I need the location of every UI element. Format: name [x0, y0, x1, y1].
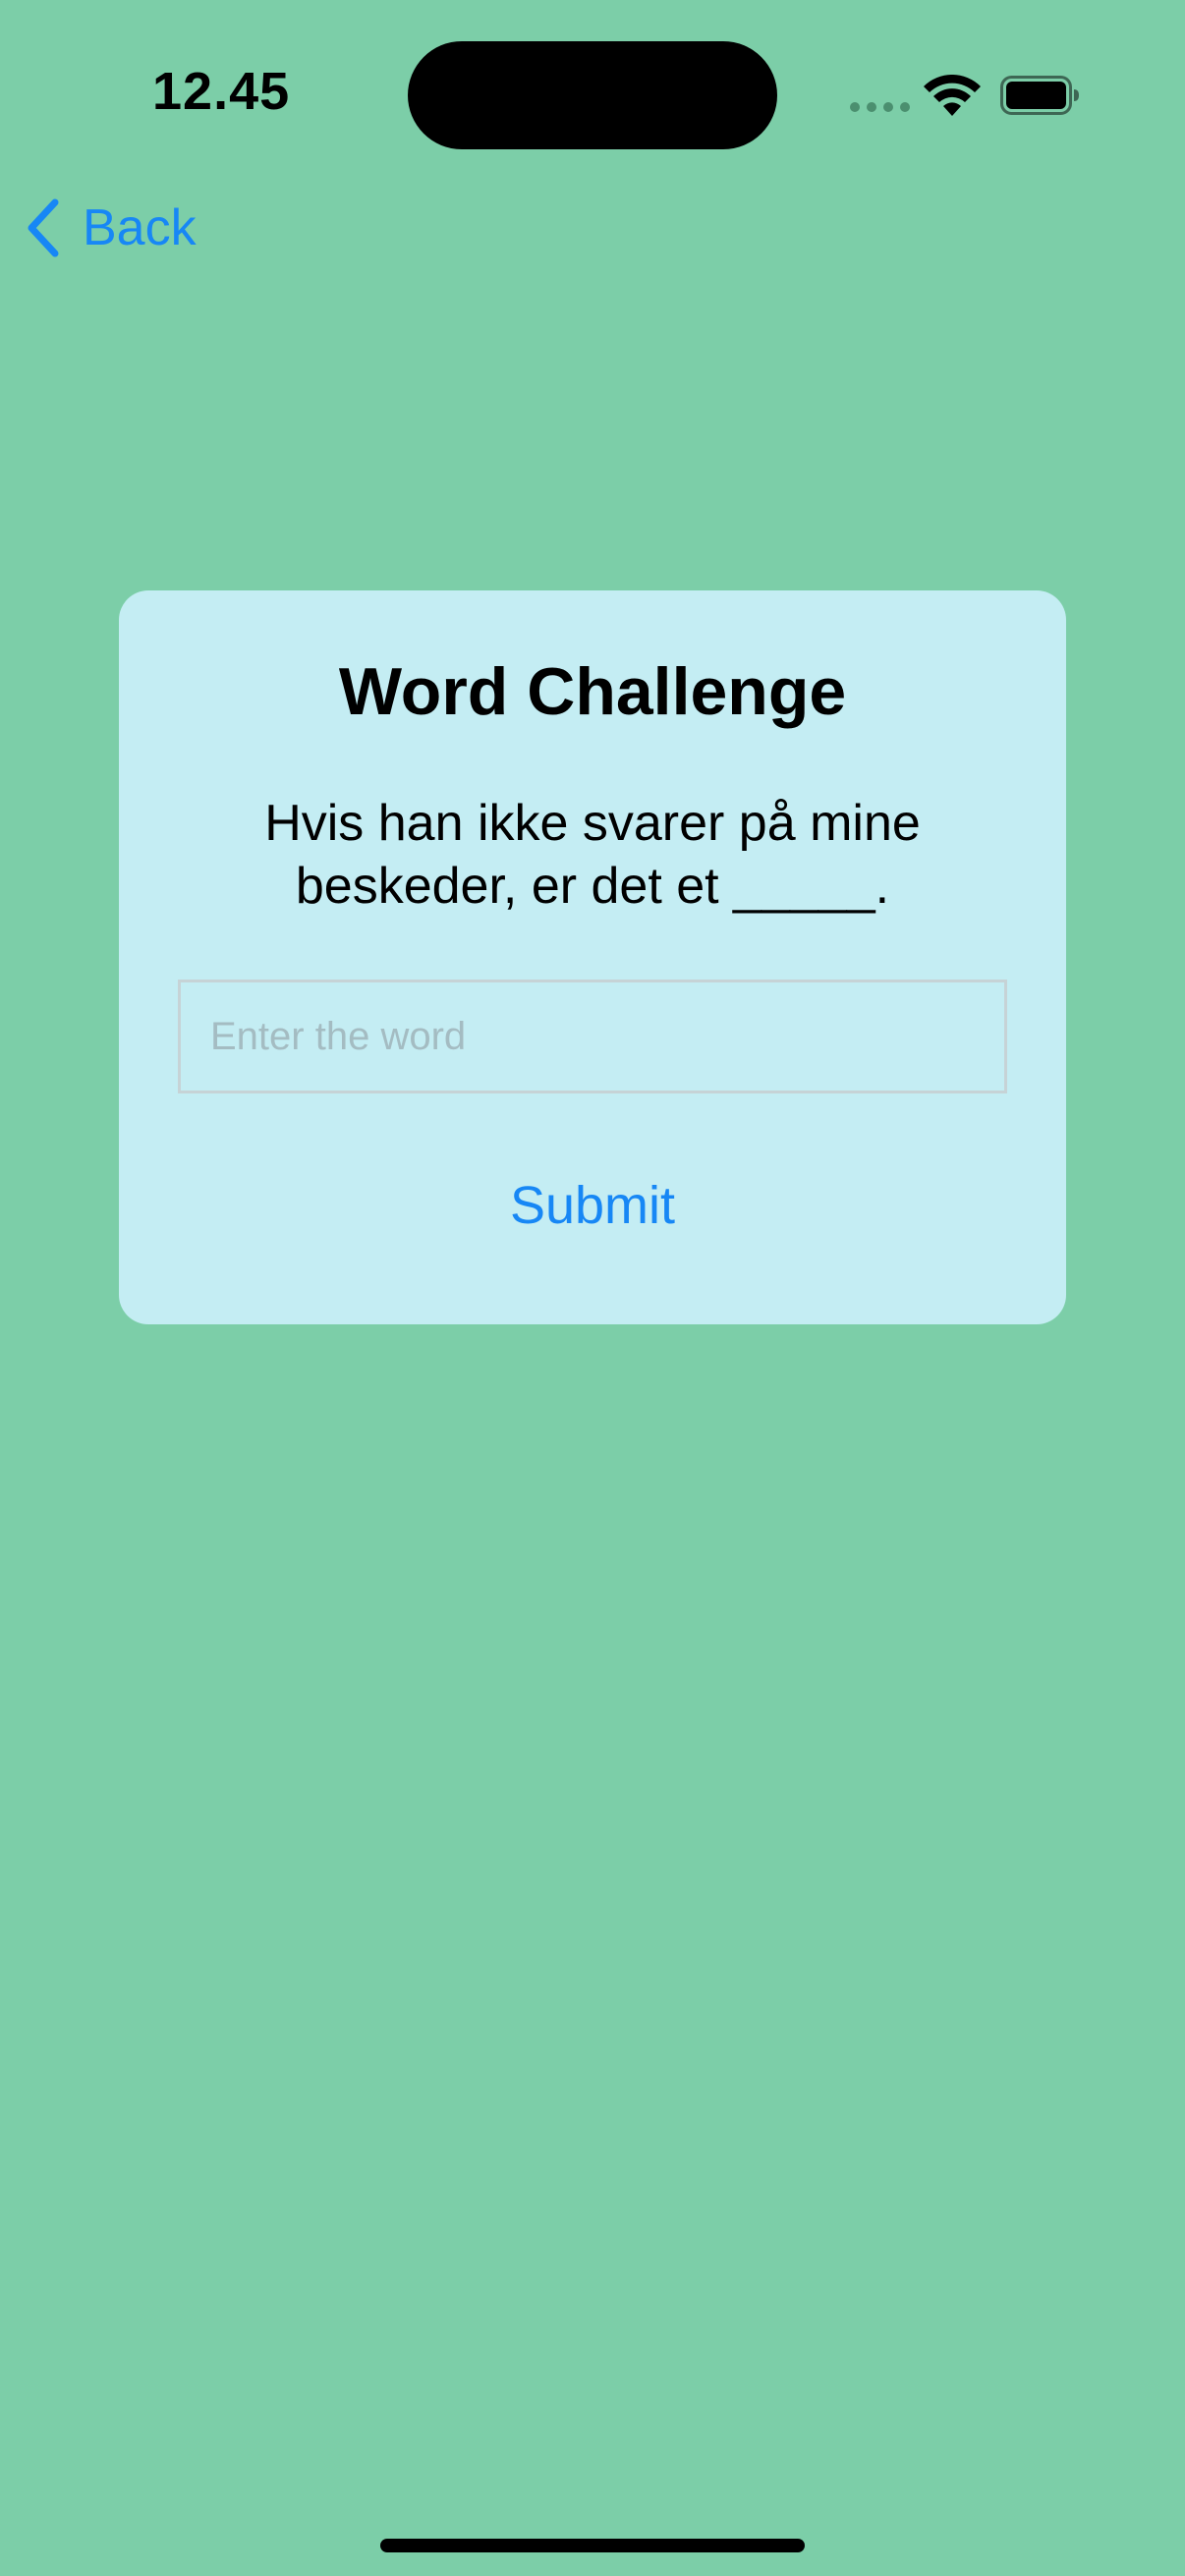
back-label: Back [83, 199, 197, 256]
submit-button[interactable]: Submit [119, 1175, 1066, 1236]
word-input[interactable] [178, 980, 1007, 1093]
status-time: 12.45 [152, 62, 291, 121]
battery-icon [1000, 76, 1079, 115]
signal-icon [850, 102, 910, 112]
wifi-icon [924, 75, 981, 116]
dynamic-island [408, 41, 777, 149]
home-indicator[interactable] [380, 2539, 805, 2552]
word-challenge-card: Word Challenge Hvis han ikke svarer på m… [119, 590, 1066, 1324]
chevron-left-icon [28, 198, 59, 257]
challenge-question: Hvis han ikke svarer på mine beskeder, e… [264, 795, 921, 915]
back-button[interactable]: Back [24, 196, 197, 259]
card-title: Word Challenge [338, 654, 847, 729]
